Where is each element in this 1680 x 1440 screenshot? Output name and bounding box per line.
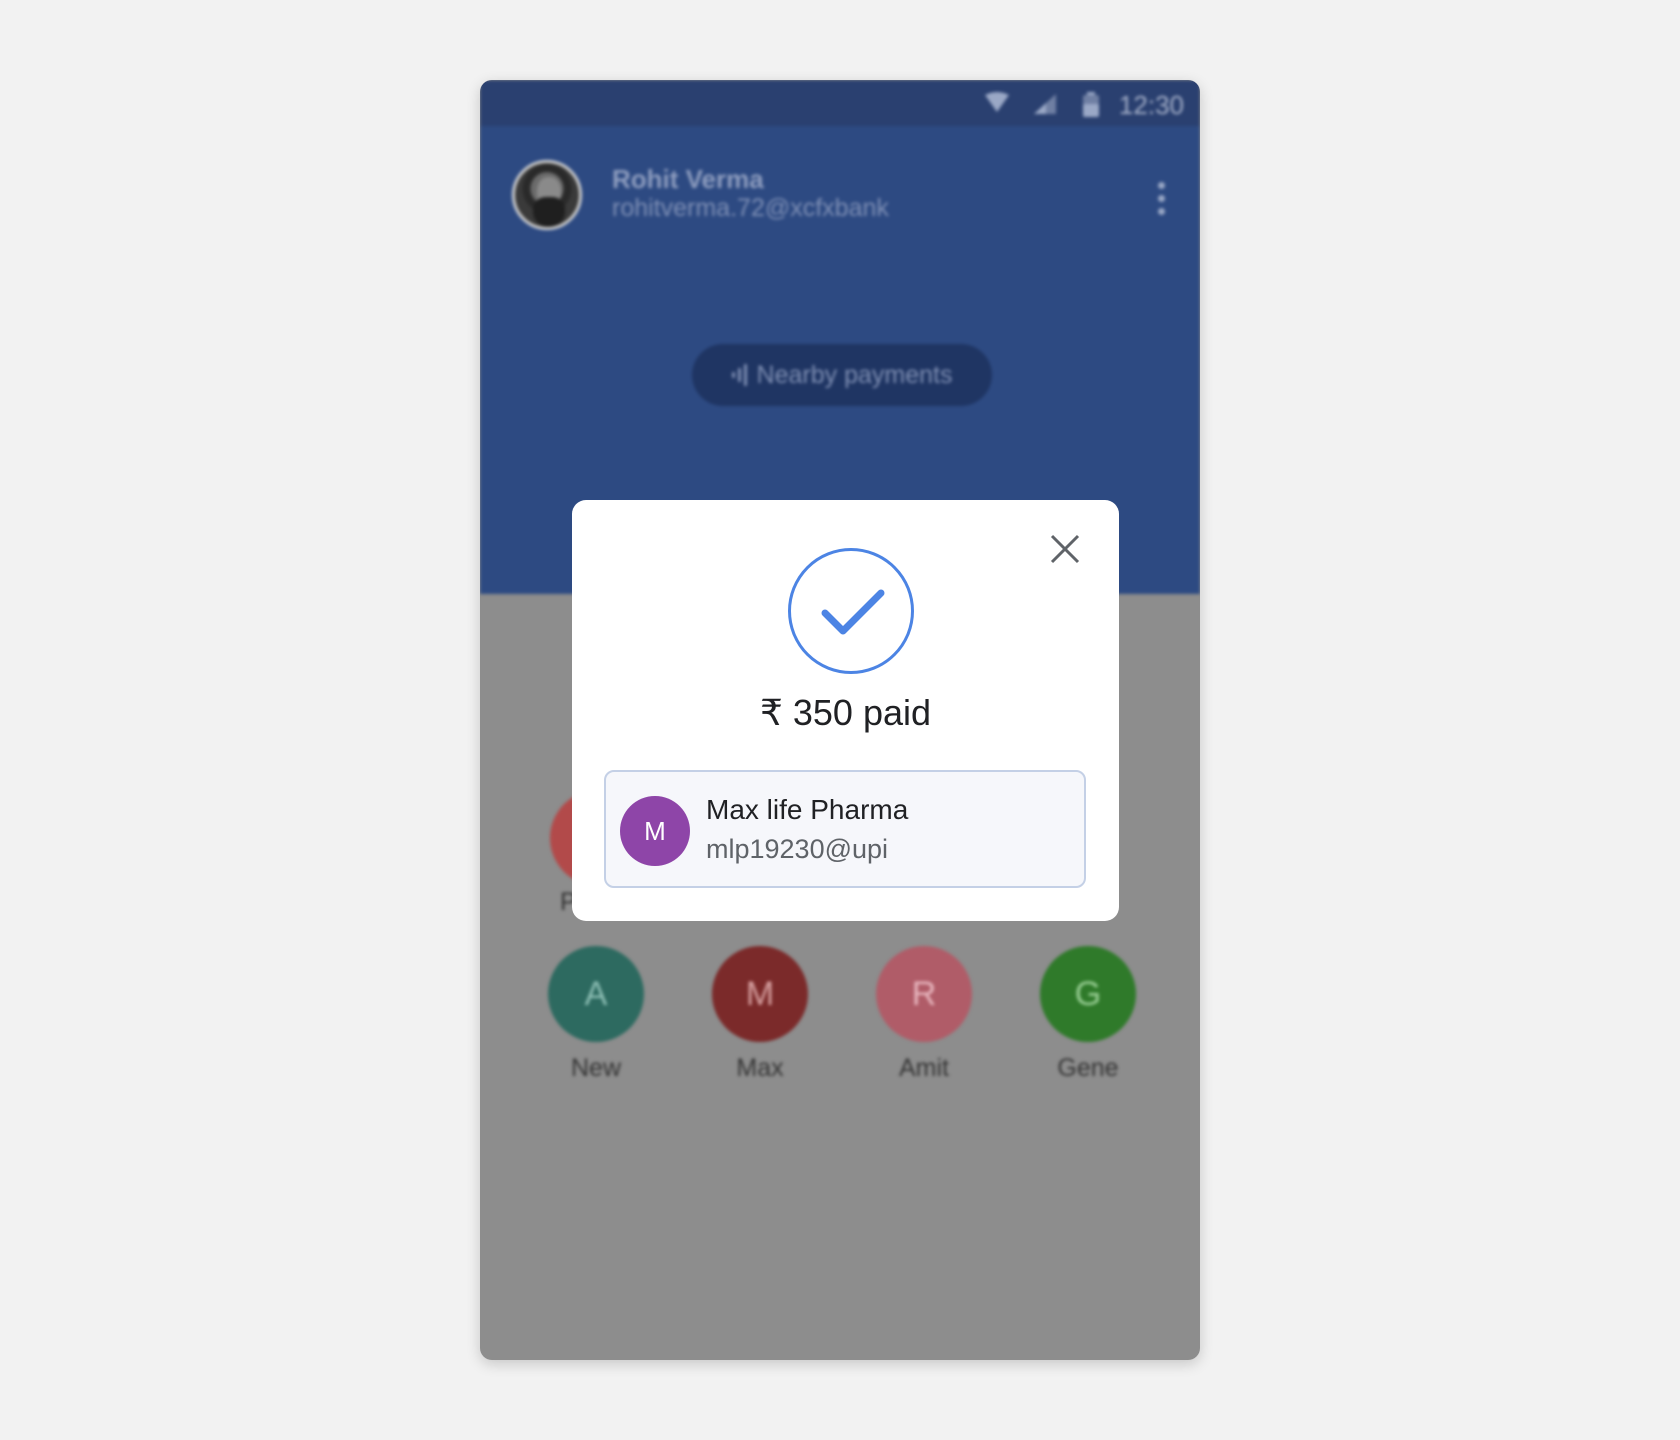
battery-icon (1083, 92, 1099, 117)
nearby-payments-button[interactable]: Nearby payments (692, 344, 992, 406)
payee-card[interactable]: M Max life Pharma mlp19230@upi (604, 770, 1086, 888)
phone-screen: 12:30 Rohit Verma rohitverma.72@xcfxbank… (480, 80, 1200, 1360)
more-options-icon[interactable] (1158, 182, 1166, 218)
checkmark-icon (821, 589, 885, 635)
signal-icon (1034, 94, 1056, 114)
close-button[interactable] (1046, 530, 1084, 568)
contact-item[interactable]: M Max (710, 946, 810, 1083)
wifi-icon (985, 92, 1009, 112)
contact-item[interactable]: A New (546, 946, 646, 1083)
success-check-circle (788, 548, 914, 674)
contact-avatar: A (548, 946, 644, 1042)
contact-avatar: M (712, 946, 808, 1042)
close-icon (1050, 534, 1080, 564)
profile-upi-id: rohitverma.72@xcfxbank (612, 194, 889, 222)
contact-label: Max (736, 1054, 784, 1082)
amount-paid-text: ₹ 350 paid (759, 692, 932, 733)
sound-wave-icon (731, 364, 747, 386)
status-bar: 12:30 (480, 80, 1200, 126)
contact-label: New (570, 1054, 621, 1082)
payee-avatar: M (620, 796, 690, 866)
contact-item[interactable]: R Amit (874, 946, 974, 1083)
profile-avatar[interactable] (512, 160, 582, 230)
payment-success-dialog: ₹ 350 paid M Max life Pharma mlp19230@up… (572, 500, 1119, 921)
payee-name: Max life Pharma (706, 794, 909, 825)
avatar-beard (533, 197, 565, 227)
contact-label: Gene (1057, 1054, 1119, 1082)
payee-upi-id: mlp19230@upi (706, 834, 889, 864)
contact-avatar: R (876, 946, 972, 1042)
profile-name: Rohit Verma (612, 164, 764, 194)
status-time: 12:30 (1118, 90, 1184, 120)
nearby-payments-label: Nearby payments (756, 360, 953, 389)
contact-item[interactable]: G Gene (1038, 946, 1138, 1083)
contact-avatar: G (1040, 946, 1136, 1042)
contact-label: Amit (899, 1054, 949, 1082)
